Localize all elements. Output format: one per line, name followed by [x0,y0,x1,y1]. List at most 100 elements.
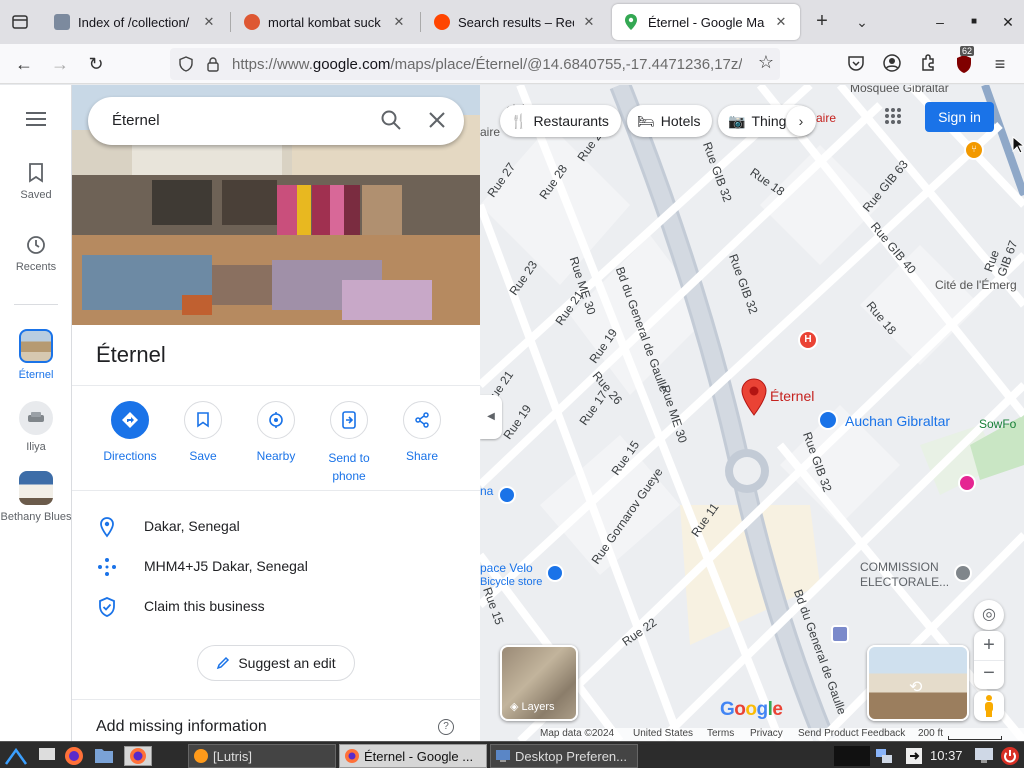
forward-arrow-icon[interactable]: → [48,52,72,76]
share-icon [403,401,441,439]
main-menu-icon[interactable] [0,111,72,133]
country-link[interactable]: United States [633,728,693,739]
menu-hamburger-icon[interactable]: ≡ [990,54,1010,74]
search-input[interactable]: Éternel [112,112,160,129]
logout-icon[interactable] [904,746,924,766]
chip-hotels[interactable]: 🛏 Hotels [627,105,713,137]
lock-icon[interactable] [206,56,220,72]
maximize-icon[interactable]: ■ [962,10,986,34]
chip-restaurants[interactable]: 🍴 Restaurants [500,105,621,137]
transit-icon[interactable] [831,625,849,643]
close-icon[interactable]: ✕ [390,14,408,30]
rail-recent-place[interactable]: Iliya [0,401,72,453]
pegman-icon[interactable] [974,691,1004,721]
rail-recent-place[interactable]: Éternel [0,329,72,381]
taskbar-window-lutris[interactable]: [Lutris] [188,744,336,768]
street-label: Rue Gornarov Gueye [588,465,666,567]
collapse-panel-button[interactable]: ◀ [480,395,502,439]
close-icon[interactable] [426,109,448,136]
firefox-icon[interactable] [64,746,84,766]
close-icon[interactable]: ✕ [580,14,598,30]
shopping-cart-icon[interactable] [818,410,838,430]
government-building-icon[interactable] [954,564,972,582]
directions-button[interactable]: Directions [92,401,168,463]
minimize-icon[interactable]: – [928,10,952,34]
terms-link[interactable]: Terms [707,728,734,739]
zoom-in-button[interactable]: + [974,631,1004,660]
reload-icon[interactable]: ↻ [84,52,108,76]
street-view-thumbnail[interactable]: ⟲ [867,645,969,721]
my-location-icon[interactable]: ◎ [974,600,1004,630]
pocket-icon[interactable] [846,54,866,74]
share-button[interactable]: Share [384,401,460,463]
browser-tab[interactable]: mortal kombat suck ✕ [232,4,418,40]
search-box[interactable]: Éternel [88,97,464,145]
street-label: Rue 23 [506,258,541,298]
address-text: Dakar, Senegal [144,518,240,534]
rail-recents[interactable]: Recents [0,235,72,273]
close-icon[interactable]: ✕ [772,14,790,30]
start-menu-icon[interactable] [4,746,28,766]
phone-send-icon [330,401,368,439]
taskbar-window-label: Desktop Preferen... [515,748,627,764]
bookmark-star-icon[interactable]: ☆ [758,52,774,73]
place-marker-label[interactable]: Éternel [770,388,814,404]
browser-tab-active[interactable]: Éternel - Google Ma ✕ [612,4,800,40]
search-icon[interactable] [380,109,402,136]
zoom-out-button[interactable]: − [974,660,1004,689]
nearby-button[interactable]: Nearby [238,401,314,463]
taskbar-window-desktop-prefs[interactable]: Desktop Preferen... [490,744,638,768]
taskbar-clock[interactable]: 10:37 [930,748,963,763]
firefox-view-icon[interactable] [8,10,32,34]
browser-tab[interactable]: Search results – Red ✕ [422,4,608,40]
hospital-icon[interactable]: H [798,330,818,350]
apps-grid-icon[interactable] [884,107,902,130]
restaurant-icon[interactable]: ⑂ [964,140,984,160]
extensions-icon[interactable] [918,54,938,74]
feedback-link[interactable]: Send Product Feedback [798,728,905,739]
close-icon[interactable]: ✕ [200,14,218,30]
save-button[interactable]: Save [165,401,241,463]
chevron-right-icon[interactable]: › [786,106,816,136]
entertainment-icon[interactable] [958,474,976,492]
place-marker-pin-icon[interactable] [741,378,767,421]
display-icon[interactable] [974,746,994,766]
claim-business-row[interactable]: Claim this business [72,586,480,626]
tab-list-chevron-icon[interactable]: ⌄ [850,10,874,34]
new-tab-button[interactable]: + [810,10,834,34]
rail-recent-place[interactable]: Bethany Blues [0,471,72,524]
os-taskbar: [Lutris] Éternel - Google ... Desktop Pr… [0,741,1024,768]
shopping-bag-icon[interactable] [498,486,516,504]
layers-button[interactable]: ◈ Layers [500,645,578,721]
window-close-icon[interactable]: ✕ [996,10,1020,34]
browser-tab[interactable]: Index of /collection/ ✕ [42,4,228,40]
help-icon[interactable]: ? [438,719,454,735]
firefox-pinned-icon[interactable] [124,746,152,766]
sign-in-button[interactable]: Sign in [925,102,994,132]
taskbar-window-firefox[interactable]: Éternel - Google ... [339,744,487,768]
privacy-link[interactable]: Privacy [750,728,783,739]
firefox-icon [345,749,359,763]
back-arrow-icon[interactable]: ← [12,52,36,76]
network-icon[interactable] [874,746,894,766]
file-manager-icon[interactable] [94,746,114,766]
ublock-shield-icon[interactable]: 62 [954,46,975,74]
url-bar[interactable]: https://www.google.com/maps/place/Éterne… [170,48,780,80]
tracking-shield-icon[interactable] [178,56,194,72]
shopping-bag-icon[interactable] [546,564,564,582]
send-to-phone-button[interactable]: Send to phone [311,401,387,485]
plus-code-row[interactable]: MHM4+J5 Dakar, Senegal [72,546,480,586]
map-canvas[interactable]: Rue 27 Rue 28 Rue 25 Rue GIB 32 Rue 18 R… [480,85,1024,741]
account-icon[interactable] [882,54,902,74]
power-icon[interactable] [1000,746,1020,766]
show-desktop-icon[interactable] [38,746,58,766]
suggest-edit-button[interactable]: Suggest an edit [197,645,355,681]
nearby-icon [257,401,295,439]
address-row[interactable]: Dakar, Senegal [72,506,480,546]
scale-label[interactable]: 200 ft [918,728,943,739]
street-label: Rue 19 [500,402,535,442]
map-data-attribution: Map data ©2024 [540,728,615,739]
rail-saved[interactable]: Saved [0,163,72,201]
url-text[interactable]: https://www.google.com/maps/place/Éterne… [232,56,742,73]
auchan-label[interactable]: Auchan Gibraltar [845,413,950,429]
